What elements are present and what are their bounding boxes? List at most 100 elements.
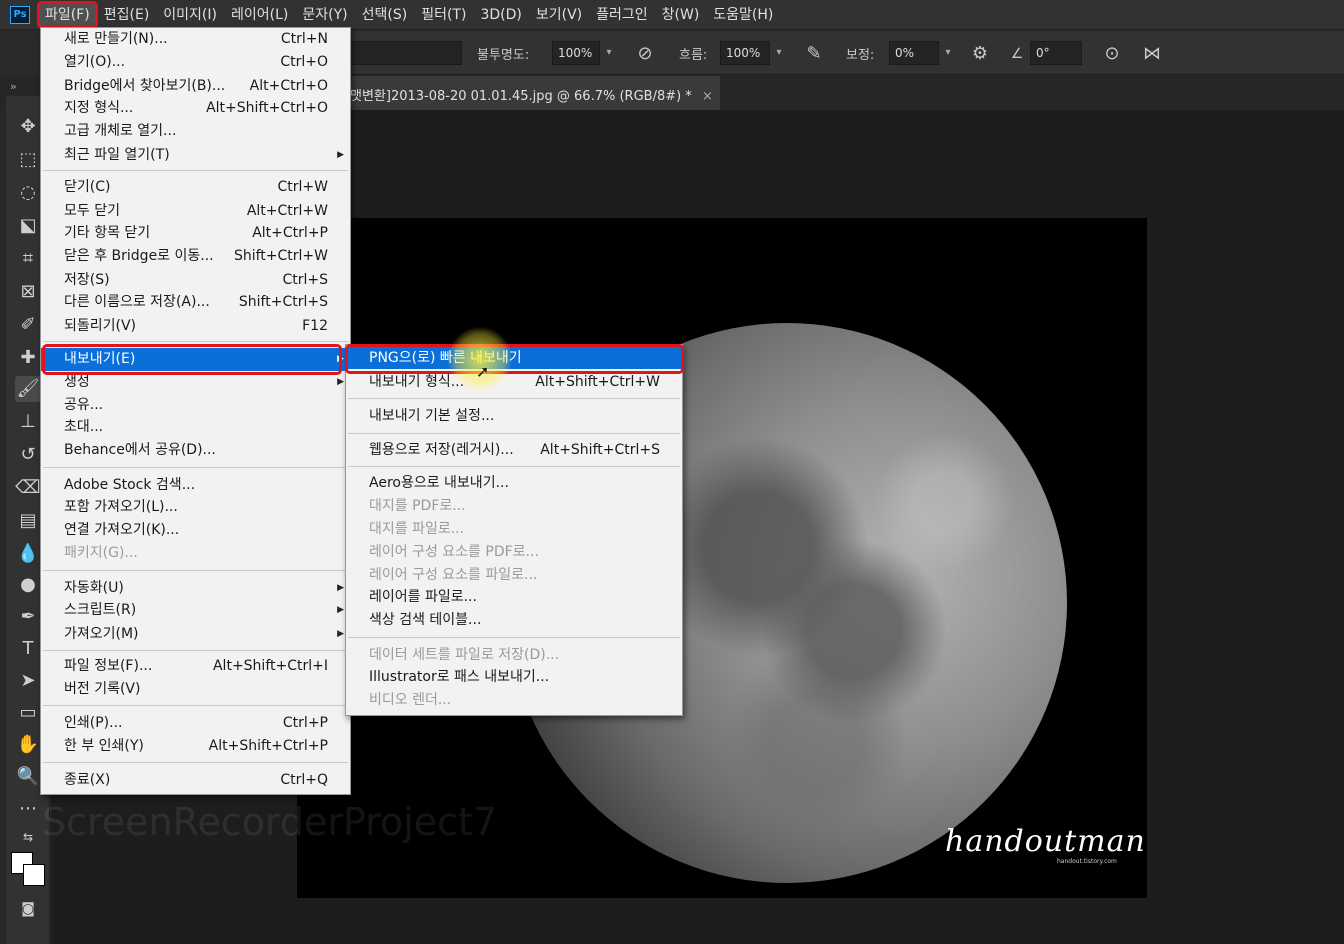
menu-item-place-embedded[interactable]: 포함 가져오기(L)...	[41, 496, 350, 518]
gradient-tool-icon[interactable]: ▤	[15, 508, 41, 534]
menu-item-open-as[interactable]: 지정 형식... Alt+Shift+Ctrl+O	[41, 97, 350, 119]
gear-icon[interactable]: ⚙	[968, 42, 992, 66]
menu-item-close-others[interactable]: 기타 항목 닫기 Alt+Ctrl+P	[41, 222, 350, 244]
menu-item-open[interactable]: 열기(O)... Ctrl+O	[41, 51, 350, 73]
stamp-tool-icon[interactable]: ⊥	[15, 409, 41, 435]
menu-item-close-all[interactable]: 모두 닫기 Alt+Ctrl+W	[41, 200, 350, 222]
blur-tool-icon[interactable]: 💧	[15, 541, 41, 567]
more-tools-icon[interactable]: ⋯	[15, 796, 41, 822]
menu-bar: Ps 파일(F) 편집(E) 이미지(I) 레이어(L) 문자(Y) 선택(S)…	[0, 0, 1344, 30]
menu-item-print[interactable]: 인쇄(P)... Ctrl+P	[41, 712, 350, 734]
pressure-size-icon[interactable]: ⊙	[1100, 42, 1124, 66]
angle-input[interactable]: 0°	[1030, 41, 1082, 65]
background-color-swatch[interactable]	[23, 864, 45, 886]
menu-separator	[348, 433, 680, 434]
menu-item-paths-illustrator[interactable]: Illustrator로 패스 내보내기...	[346, 666, 682, 688]
eyedropper-tool-icon[interactable]: ✐	[15, 312, 41, 338]
pen-tool-icon[interactable]: ✒	[15, 604, 41, 630]
menu-window[interactable]: 창(W)	[655, 2, 707, 28]
menu-3d[interactable]: 3D(D)	[473, 2, 528, 28]
menu-layer[interactable]: 레이어(L)	[224, 2, 295, 28]
menu-type[interactable]: 문자(Y)	[295, 2, 354, 28]
angle-icon: ∠	[1010, 46, 1024, 62]
lasso-tool-icon[interactable]: ◌	[15, 180, 41, 206]
document-tab[interactable]: 맷변환]2013-08-20 01.01.45.jpg @ 66.7% (RGB…	[340, 76, 720, 110]
menu-item-export-preferences[interactable]: 내보내기 기본 설정...	[346, 405, 682, 427]
type-tool-icon[interactable]: T	[15, 636, 41, 662]
menu-select[interactable]: 선택(S)	[355, 2, 415, 28]
menu-plugins[interactable]: 플러그인	[589, 2, 655, 28]
menu-item-share[interactable]: 공유...	[41, 394, 350, 416]
menu-item-quick-export-png[interactable]: PNG으(로) 빠른 내보내기	[346, 347, 682, 369]
menu-item-automate[interactable]: 자동화(U) ▶	[41, 577, 350, 599]
object-select-tool-icon[interactable]: ⬕	[15, 213, 41, 239]
menu-item-export-aero[interactable]: Aero용으로 내보내기...	[346, 472, 682, 494]
menu-edit[interactable]: 편집(E)	[97, 2, 157, 28]
airbrush-icon[interactable]: ✎	[802, 42, 826, 66]
menu-item-close[interactable]: 닫기(C) Ctrl+W	[41, 176, 350, 198]
menu-item-save[interactable]: 저장(S) Ctrl+S	[41, 269, 350, 291]
menu-item-revert[interactable]: 되돌리기(V) F12	[41, 315, 350, 337]
rectangle-tool-icon[interactable]: ▭	[15, 700, 41, 726]
hand-tool-icon[interactable]: ✋	[15, 732, 41, 758]
menu-item-layers-to-files[interactable]: 레이어를 파일로...	[346, 586, 682, 608]
menu-item-layer-comps-files: 레이어 구성 요소를 파일로...	[369, 567, 538, 583]
menu-file[interactable]: 파일(F)	[37, 0, 98, 29]
menu-item-generate[interactable]: 생성 ▶	[41, 371, 350, 393]
menu-item-import[interactable]: 가져오기(M) ▶	[41, 623, 350, 645]
marquee-tool-icon[interactable]: ⬚	[15, 147, 41, 173]
crop-tool-icon[interactable]: ⌗	[15, 246, 41, 272]
menu-image[interactable]: 이미지(I)	[156, 2, 224, 28]
opacity-input[interactable]: 100%	[552, 41, 600, 65]
menu-item-export[interactable]: 내보내기(E) ▶	[41, 348, 350, 371]
menu-item-save-as[interactable]: 다른 이름으로 저장(A)... Shift+Ctrl+S	[41, 291, 350, 313]
zoom-tool-icon[interactable]: 🔍	[15, 764, 41, 790]
menu-filter[interactable]: 필터(T)	[414, 2, 473, 28]
document-tab-title: 맷변환]2013-08-20 01.01.45.jpg @ 66.7% (RGB…	[350, 89, 692, 104]
menu-item-file-info[interactable]: 파일 정보(F)... Alt+Shift+Ctrl+I	[41, 655, 350, 677]
menu-item-exit[interactable]: 종료(X) Ctrl+Q	[41, 769, 350, 791]
menu-item-export-as[interactable]: 내보내기 형식... Alt+Shift+Ctrl+W	[346, 371, 682, 393]
menu-item-color-lookup[interactable]: 색상 검색 테이블...	[346, 609, 682, 631]
chevron-down-icon[interactable]: ▾	[771, 43, 787, 63]
menu-item-open-smart-object[interactable]: 고급 개체로 열기...	[41, 120, 350, 142]
swap-colors-icon[interactable]: ⇆	[15, 824, 41, 850]
move-tool-icon[interactable]: ✥	[15, 114, 41, 140]
eraser-tool-icon[interactable]: ⌫	[15, 475, 41, 501]
image-watermark: handoutman	[945, 824, 1146, 859]
brush-tool-icon[interactable]: 🖌	[15, 376, 41, 402]
dodge-tool-icon[interactable]: ●	[15, 572, 41, 598]
expand-panel-icon[interactable]: »	[10, 80, 17, 93]
close-icon[interactable]: ×	[702, 89, 713, 104]
flow-input[interactable]: 100%	[720, 41, 770, 65]
home-button[interactable]	[0, 31, 40, 75]
menu-view[interactable]: 보기(V)	[529, 2, 589, 28]
quick-mask-icon[interactable]: ◙	[15, 896, 41, 922]
menu-item-share-behance[interactable]: Behance에서 공유(D)...	[41, 439, 350, 461]
menu-item-browse-bridge[interactable]: Bridge에서 찾아보기(B)... Alt+Ctrl+O	[41, 75, 350, 97]
menu-item-scripts[interactable]: 스크립트(R) ▶	[41, 599, 350, 621]
symmetry-butterfly-icon[interactable]: ⋈	[1140, 42, 1164, 66]
menu-item-version-history[interactable]: 버전 기록(V)	[41, 678, 350, 700]
frame-tool-icon[interactable]: ⊠	[15, 279, 41, 305]
path-select-tool-icon[interactable]: ➤	[15, 668, 41, 694]
history-brush-tool-icon[interactable]: ↺	[15, 442, 41, 468]
chevron-down-icon[interactable]: ▾	[940, 43, 956, 63]
menu-item-adobe-stock[interactable]: Adobe Stock 검색...	[41, 474, 350, 496]
menu-item-open-recent[interactable]: 최근 파일 열기(T) ▶	[41, 144, 350, 166]
menu-item-place-linked[interactable]: 연결 가져오기(K)...	[41, 519, 350, 541]
menu-item-close-go-bridge[interactable]: 닫은 후 Bridge로 이동... Shift+Ctrl+W	[41, 245, 350, 267]
menu-item-save-for-web[interactable]: 웹용으로 저장(레거시)... Alt+Shift+Ctrl+S	[346, 439, 682, 461]
pressure-opacity-icon[interactable]: ⊘	[633, 42, 657, 66]
chevron-down-icon[interactable]: ▾	[601, 43, 617, 63]
menu-item-layer-comps-pdf: 레이어 구성 요소를 PDF로...	[369, 544, 539, 560]
menu-item-invite[interactable]: 초대...	[41, 416, 350, 438]
menu-item-print-one-copy[interactable]: 한 부 인쇄(Y) Alt+Shift+Ctrl+P	[41, 735, 350, 757]
healing-brush-tool-icon[interactable]: ✚	[15, 345, 41, 371]
menu-help[interactable]: 도움말(H)	[706, 2, 780, 28]
menu-separator	[43, 705, 348, 706]
submenu-arrow-icon: ▶	[337, 377, 344, 387]
menu-item-new[interactable]: 새로 만들기(N)... Ctrl+N	[41, 28, 350, 50]
brush-mode-field[interactable]	[350, 41, 462, 65]
smoothing-input[interactable]: 0%	[889, 41, 939, 65]
